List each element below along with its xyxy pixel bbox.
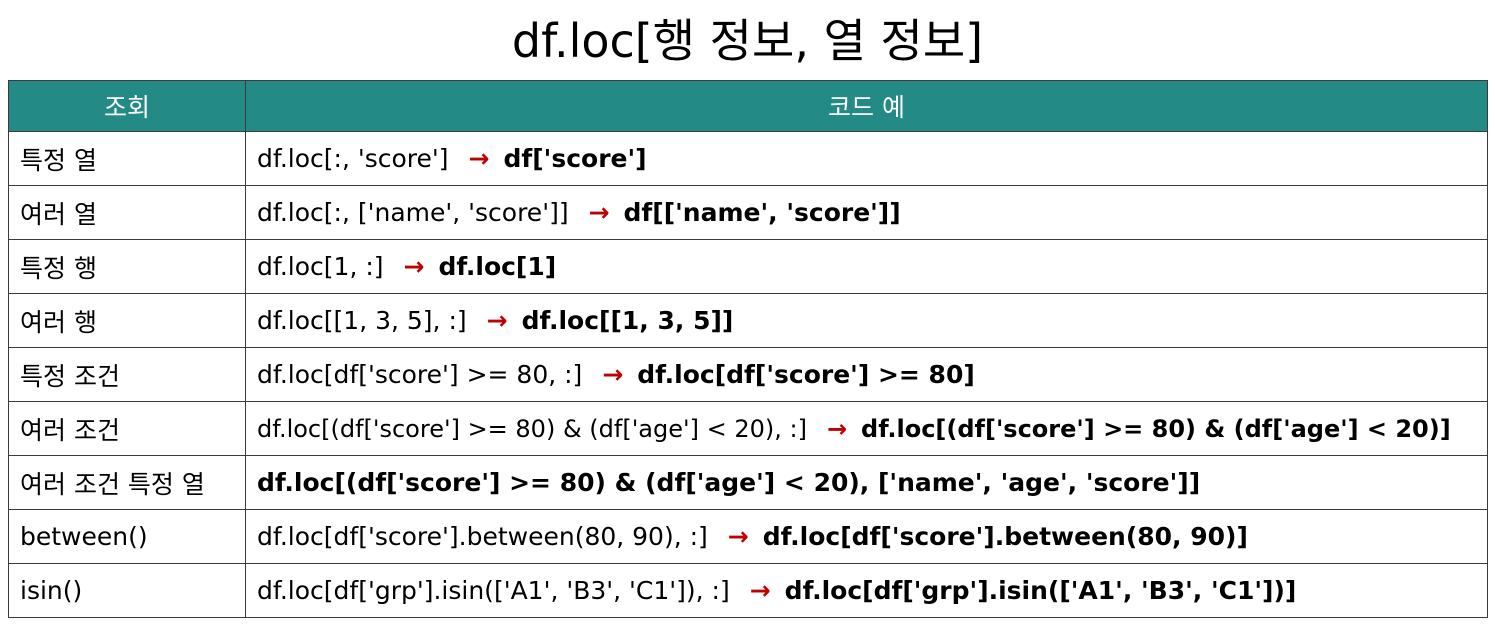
arrow-right-icon: → [602, 360, 624, 389]
full-code: df.loc[:, ['name', 'score']] [257, 198, 569, 227]
full-code: df.loc[df['score'] >= 80, :] [257, 360, 583, 389]
query-cell: 특정 열 [8, 131, 246, 186]
full-code: df.loc[(df['score'] >= 80) & (df['age'] … [257, 414, 807, 443]
query-cell: 특정 조건 [8, 347, 246, 402]
code-cell: df.loc[df['score'] >= 80, :] → df.loc[df['… [245, 347, 1488, 402]
query-cell: 여러 행 [8, 293, 246, 348]
loc-usage-table: 조회 코드 예 특정 열 df.loc[:, 'score'] → df['scor… [8, 80, 1488, 618]
short-code: df.loc[[1, 3, 5]] [521, 306, 734, 335]
code-cell: df.loc[:, 'score'] → df['score'] [245, 131, 1488, 186]
code-cell: df.loc[1, :] → df.loc[1] [245, 239, 1488, 294]
arrow-right-icon: → [749, 576, 771, 605]
query-cell: 특정 행 [8, 239, 246, 294]
short-code: df.loc[1] [438, 252, 557, 281]
code-cell: df.loc[:, ['name', 'score']] → df[['name',… [245, 185, 1488, 240]
table-row: 여러 조건 df.loc[(df['score'] >= 80) & (df['… [8, 401, 1488, 456]
table-row: 여러 행 df.loc[[1, 3, 5], :] → df.loc[[1, 3, … [8, 293, 1488, 348]
short-code: df.loc[(df['score'] >= 80) & (df['age'] … [257, 468, 1201, 497]
query-cell: between() [8, 509, 246, 564]
code-cell: df.loc[(df['score'] >= 80) & (df['age'] … [245, 401, 1488, 456]
arrow-right-icon: → [826, 414, 848, 443]
code-cell: df.loc[df['score'].between(80, 90), :] → d… [245, 509, 1488, 564]
arrow-right-icon: → [727, 522, 749, 551]
arrow-right-icon: → [403, 252, 425, 281]
page-title: df.loc[행 정보, 열 정보] [511, 14, 984, 68]
arrow-right-icon: → [588, 198, 610, 227]
short-code: df.loc[df['grp'].isin(['A1', 'B3', 'C1']… [784, 576, 1297, 605]
table-row: 특정 조건 df.loc[df['score'] >= 80, :] → df.lo… [8, 347, 1488, 402]
full-code: df.loc[:, 'score'] [257, 144, 449, 173]
table-row: isin() df.loc[df['grp'].isin(['A1', 'B3'… [8, 563, 1488, 618]
query-cell: 여러 조건 [8, 401, 246, 456]
full-code: df.loc[[1, 3, 5], :] [257, 306, 467, 335]
arrow-right-icon: → [486, 306, 508, 335]
table-row: 특정 열 df.loc[:, 'score'] → df['score'] [8, 131, 1488, 186]
arrow-right-icon: → [468, 144, 490, 173]
full-code: df.loc[1, :] [257, 252, 384, 281]
short-code: df.loc[(df['score'] >= 80) & (df['age'] … [861, 414, 1451, 443]
table-row: 여러 조건 특정 열 df.loc[(df['score'] >= 80) & … [8, 455, 1488, 510]
short-code: df.loc[df['score'] >= 80] [637, 360, 975, 389]
table-row: between() df.loc[df['score'].between(80,… [8, 509, 1488, 564]
full-code: df.loc[df['grp'].isin(['A1', 'B3', 'C1']… [257, 576, 730, 605]
full-code: df.loc[df['score'].between(80, 90), :] [257, 522, 708, 551]
table-header-row: 조회 코드 예 [8, 80, 1488, 132]
header-code-example: 코드 예 [245, 80, 1488, 132]
query-cell: 여러 조건 특정 열 [8, 455, 246, 510]
table-row: 여러 열 df.loc[:, ['name', 'score']] → df[['n… [8, 185, 1488, 240]
short-code: df['score'] [503, 144, 647, 173]
query-cell: isin() [8, 563, 246, 618]
short-code: df[['name', 'score']] [623, 198, 901, 227]
code-cell: df.loc[(df['score'] >= 80) & (df['age'] … [245, 455, 1488, 510]
short-code: df.loc[df['score'].between(80, 90)] [762, 522, 1248, 551]
code-cell: df.loc[df['grp'].isin(['A1', 'B3', 'C1']… [245, 563, 1488, 618]
table-row: 특정 행 df.loc[1, :] → df.loc[1] [8, 239, 1488, 294]
header-query: 조회 [8, 80, 246, 132]
query-cell: 여러 열 [8, 185, 246, 240]
code-cell: df.loc[[1, 3, 5], :] → df.loc[[1, 3, 5]] [245, 293, 1488, 348]
